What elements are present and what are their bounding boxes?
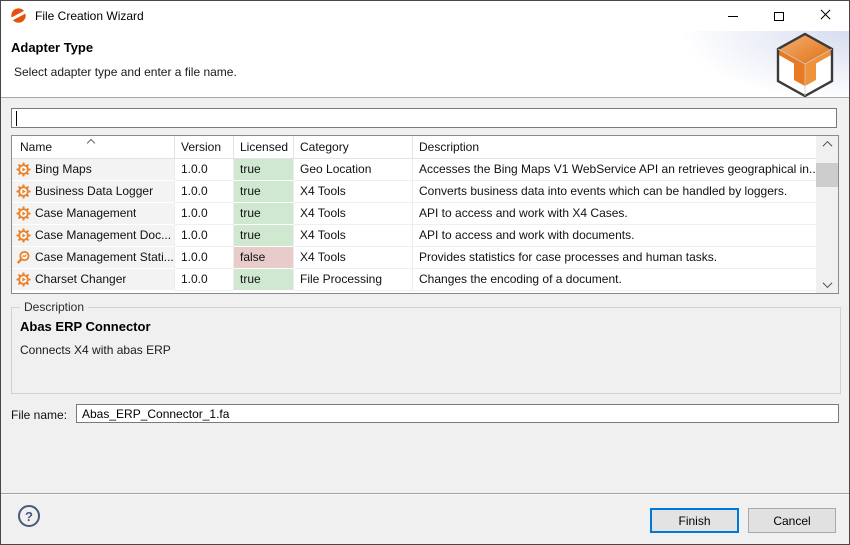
table-body: Bing Maps 1.0.0 true Geo Location Access… (12, 159, 838, 291)
adapter-table: Name Version Licensed Category Descripti… (11, 135, 839, 294)
close-button[interactable] (802, 1, 848, 31)
adapter-gear-icon (16, 272, 31, 287)
wizard-header: Adapter Type Select adapter type and ent… (1, 31, 849, 97)
table-row[interactable]: Case Management 1.0.0 true X4 Tools API … (12, 203, 816, 225)
cell-category: X4 Tools (294, 181, 413, 203)
cell-licensed: true (234, 203, 294, 225)
cell-description: Accesses the Bing Maps V1 WebService API… (413, 159, 816, 181)
page-subtitle: Select adapter type and enter a file nam… (14, 65, 237, 79)
search-input[interactable] (12, 109, 836, 127)
question-mark-icon: ? (25, 509, 33, 524)
button-bar: ? Finish Cancel (1, 493, 849, 544)
cell-licensed: true (234, 269, 294, 291)
cell-description: API to access and work with X4 Cases. (413, 203, 816, 225)
cell-name: Case Management Doc... (35, 225, 171, 246)
cell-licensed: false (234, 247, 294, 269)
adapter-gear-icon (16, 206, 31, 221)
table-row[interactable]: Bing Maps 1.0.0 true Geo Location Access… (12, 159, 816, 181)
selected-adapter-description: Connects X4 with abas ERP (20, 343, 171, 357)
cell-category: File Processing (294, 269, 413, 291)
cell-version: 1.0.0 (175, 181, 234, 203)
minimize-icon (728, 16, 738, 17)
minimize-button[interactable] (710, 1, 756, 31)
header-separator (1, 97, 849, 98)
description-group: Description Abas ERP Connector Connects … (11, 307, 841, 394)
x4-cube-logo-icon (773, 32, 837, 98)
column-header-description[interactable]: Description (413, 136, 816, 159)
maximize-button[interactable] (756, 1, 802, 31)
cell-name: Case Management (35, 203, 136, 224)
table-row[interactable]: Case Management Doc... 1.0.0 true X4 Too… (12, 225, 816, 247)
cell-version: 1.0.0 (175, 247, 234, 269)
column-header-name[interactable]: Name (12, 136, 175, 159)
table-header-row: Name Version Licensed Category Descripti… (12, 136, 816, 159)
cancel-button[interactable]: Cancel (748, 508, 836, 533)
table-row[interactable]: Business Data Logger 1.0.0 true X4 Tools… (12, 181, 816, 203)
cell-version: 1.0.0 (175, 203, 234, 225)
adapter-statistics-icon (16, 250, 31, 265)
cell-category: Geo Location (294, 159, 413, 181)
text-caret (16, 111, 17, 126)
vertical-scrollbar[interactable] (816, 136, 838, 293)
column-header-version[interactable]: Version (175, 136, 234, 159)
table-row[interactable]: Charset Changer 1.0.0 true File Processi… (12, 269, 816, 291)
maximize-icon (774, 12, 784, 21)
scroll-down-button[interactable] (816, 276, 838, 293)
cell-description: API to access and work with documents. (413, 225, 816, 247)
adapter-gear-icon (16, 162, 31, 177)
cell-version: 1.0.0 (175, 269, 234, 291)
window-controls (710, 1, 848, 31)
column-label: Name (20, 140, 52, 154)
column-header-licensed[interactable]: Licensed (234, 136, 294, 159)
chevron-up-icon (822, 141, 832, 151)
cell-description: Provides statistics for case processes a… (413, 247, 816, 269)
title-bar[interactable]: File Creation Wizard (1, 1, 849, 31)
cell-name: Charset Changer (35, 269, 126, 290)
chevron-down-icon (822, 278, 832, 288)
file-name-input[interactable] (76, 404, 839, 423)
app-logo-icon (10, 7, 27, 24)
cell-name: Bing Maps (35, 159, 92, 180)
window-title: File Creation Wizard (35, 9, 144, 23)
selected-adapter-title: Abas ERP Connector (20, 319, 151, 334)
cell-category: X4 Tools (294, 225, 413, 247)
help-button[interactable]: ? (18, 505, 40, 527)
cell-name: Business Data Logger (35, 181, 153, 202)
cell-category: X4 Tools (294, 247, 413, 269)
file-name-label: File name: (11, 408, 67, 422)
cell-description: Converts business data into events which… (413, 181, 816, 203)
adapter-gear-icon (16, 184, 31, 199)
cell-version: 1.0.0 (175, 225, 234, 247)
cell-version: 1.0.0 (175, 159, 234, 181)
close-icon (820, 9, 831, 23)
scroll-up-button[interactable] (816, 136, 838, 153)
cell-category: X4 Tools (294, 203, 413, 225)
adapter-gear-icon (16, 228, 31, 243)
table-row[interactable]: Case Management Stati... 1.0.0 false X4 … (12, 247, 816, 269)
adapter-filter-field[interactable] (11, 108, 837, 128)
cell-licensed: true (234, 181, 294, 203)
scrollbar-thumb[interactable] (816, 163, 838, 187)
cell-name: Case Management Stati... (35, 247, 174, 268)
column-header-category[interactable]: Category (294, 136, 413, 159)
finish-button[interactable]: Finish (650, 508, 739, 533)
page-title: Adapter Type (11, 40, 93, 55)
description-group-legend: Description (20, 300, 88, 314)
cell-description: Changes the encoding of a document. (413, 269, 816, 291)
file-creation-wizard-dialog: File Creation Wizard Adapter Type Select… (0, 0, 850, 545)
sort-ascending-icon (87, 139, 95, 147)
cell-licensed: true (234, 159, 294, 181)
cell-licensed: true (234, 225, 294, 247)
